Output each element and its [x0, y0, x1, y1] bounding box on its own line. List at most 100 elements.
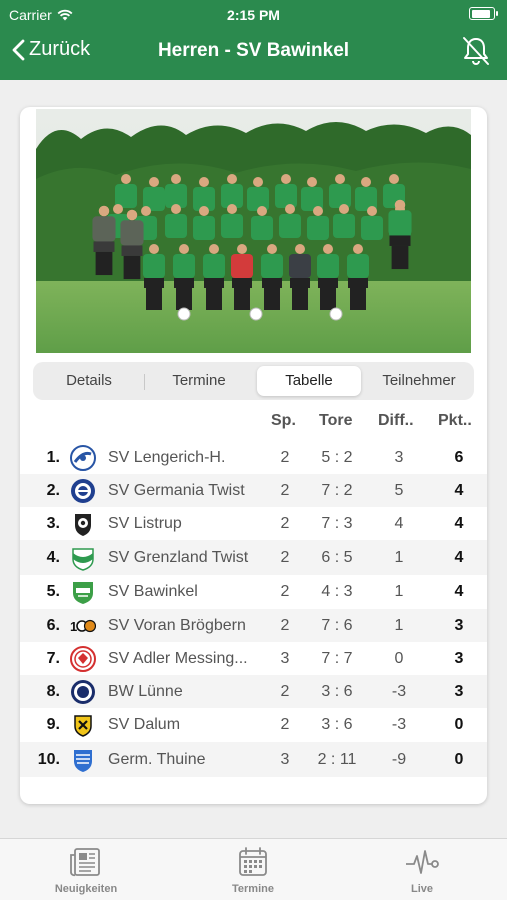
row-pkt: 4 — [454, 583, 464, 600]
table-row[interactable]: 8. BW Lünne 2 3 : 6 -3 3 — [20, 675, 487, 708]
battery-icon — [469, 7, 498, 20]
row-team: SV Listrup — [108, 514, 182, 532]
row-diff: -3 — [391, 682, 407, 700]
team-logo-icon — [70, 747, 96, 773]
row-team: SV Germania Twist — [108, 481, 245, 499]
table-row[interactable]: 7. SV Adler Messing... 3 7 : 7 0 3 — [20, 642, 487, 675]
row-diff: -9 — [391, 750, 407, 768]
team-logo-icon — [70, 645, 96, 672]
table-row[interactable]: 4. SV Grenzland Twist 2 6 : 5 1 4 — [20, 540, 487, 575]
row-tore: 4 : 3 — [321, 583, 353, 600]
row-tore: 2 : 11 — [317, 750, 357, 768]
team-logo-icon — [70, 712, 96, 738]
column-tore: Tore — [319, 412, 353, 429]
row-tore: 3 : 6 — [321, 682, 353, 700]
row-diff: 5 — [394, 481, 404, 499]
column-diff: Diff.. — [378, 412, 414, 429]
table-row[interactable]: 6. 1 SV Voran Brögbern 2 7 : 6 1 3 — [20, 609, 487, 642]
row-pkt: 6 — [454, 448, 464, 466]
row-pkt: 0 — [454, 750, 464, 768]
row-team: SV Adler Messing... — [108, 649, 248, 667]
row-tore: 7 : 2 — [321, 481, 353, 499]
row-diff: 3 — [394, 448, 404, 466]
nav-bar: Zurück Herren - SV Bawinkel — [0, 32, 507, 72]
table-row[interactable]: 10. Germ. Thuine 3 2 : 11 -9 0 — [20, 742, 487, 777]
row-rank: 2. — [46, 481, 60, 499]
row-sp: 2 — [280, 583, 290, 600]
row-team: Germ. Thuine — [108, 750, 206, 768]
status-bar: Carrier 2:15 PM — [0, 5, 507, 25]
row-diff: 1 — [394, 616, 404, 634]
row-rank: 5. — [46, 583, 60, 600]
row-sp: 3 — [280, 649, 290, 667]
team-card: Details Termine Tabelle Teilnehmer Sp. T… — [20, 107, 487, 804]
status-time: 2:15 PM — [227, 7, 280, 23]
tabbar-item-live[interactable]: Live — [362, 845, 482, 895]
row-sp: 2 — [280, 448, 290, 466]
row-rank: 6. — [46, 616, 60, 634]
segmented-control: Details Termine Tabelle Teilnehmer — [33, 362, 474, 400]
page-title: Herren - SV Bawinkel — [157, 40, 350, 61]
row-rank: 10. — [37, 750, 60, 768]
team-logo-icon — [70, 579, 96, 605]
team-logo-icon — [70, 478, 96, 504]
bell-off-icon[interactable] — [461, 35, 491, 67]
row-sp: 2 — [280, 682, 290, 700]
table-row[interactable]: 3. SV Listrup 2 7 : 3 4 4 — [20, 507, 487, 540]
row-pkt: 4 — [454, 548, 464, 566]
row-team: SV Lengerich-H. — [108, 448, 226, 466]
row-tore: 7 : 6 — [321, 616, 353, 634]
row-sp: 2 — [280, 616, 290, 634]
row-sp: 2 — [280, 481, 290, 499]
table-row[interactable]: 5. SV Bawinkel 2 4 : 3 1 4 — [20, 575, 487, 609]
tab-bar: Neuigkeiten Termine Live — [0, 838, 507, 900]
column-pkt: Pkt.. — [438, 412, 472, 429]
row-tore: 7 : 7 — [321, 649, 353, 667]
row-rank: 3. — [46, 514, 60, 532]
team-logo-icon: 1 — [70, 613, 97, 639]
segment-divider — [144, 374, 145, 390]
row-pkt: 4 — [454, 514, 464, 532]
tabbar-item-termine[interactable]: Termine — [193, 845, 313, 895]
tabbar-item-neuigkeiten[interactable]: Neuigkeiten — [26, 845, 146, 895]
team-logo-icon — [70, 511, 96, 537]
tab-tabelle[interactable]: Tabelle — [257, 366, 361, 396]
team-photo — [36, 109, 471, 353]
row-tore: 7 : 3 — [321, 514, 353, 532]
row-pkt: 3 — [454, 616, 464, 634]
row-tore: 3 : 6 — [321, 716, 353, 733]
row-rank: 7. — [46, 649, 60, 667]
row-team: SV Grenzland Twist — [108, 548, 249, 566]
team-logo-icon — [70, 679, 96, 705]
row-tore: 6 : 5 — [321, 548, 353, 566]
row-team: SV Voran Brögbern — [108, 616, 246, 634]
row-team: SV Dalum — [108, 716, 181, 733]
row-rank: 1. — [46, 448, 60, 466]
team-logo-icon — [70, 545, 96, 571]
tab-details[interactable]: Details — [37, 366, 141, 396]
team-logo-icon — [70, 444, 96, 471]
newspaper-icon — [70, 848, 100, 877]
table-header: Sp. Tore Diff.. Pkt.. — [20, 412, 487, 434]
row-team: BW Lünne — [108, 682, 183, 700]
row-diff: 0 — [394, 649, 404, 667]
tab-termine[interactable]: Termine — [147, 366, 251, 396]
row-sp: 2 — [280, 548, 290, 566]
table-row[interactable]: 2. SV Germania Twist 2 7 : 2 5 4 — [20, 474, 487, 507]
calendar-icon — [239, 847, 267, 876]
row-sp: 2 — [280, 514, 290, 532]
table-row[interactable]: 9. SV Dalum 2 3 : 6 -3 0 — [20, 708, 487, 742]
table-row[interactable]: 1. SV Lengerich-H. 2 5 : 2 3 6 — [20, 441, 487, 474]
row-team: SV Bawinkel — [108, 583, 198, 600]
row-pkt: 3 — [454, 682, 464, 700]
row-rank: 9. — [46, 716, 60, 733]
tabbar-label-termine: Termine — [232, 883, 274, 895]
row-diff: 1 — [394, 548, 404, 566]
row-rank: 4. — [46, 548, 60, 566]
row-pkt: 4 — [454, 481, 464, 499]
tab-teilnehmer[interactable]: Teilnehmer — [367, 366, 471, 396]
pulse-icon — [406, 850, 439, 874]
row-diff: 1 — [394, 583, 404, 600]
row-pkt: 3 — [454, 649, 464, 667]
row-rank: 8. — [46, 682, 60, 700]
